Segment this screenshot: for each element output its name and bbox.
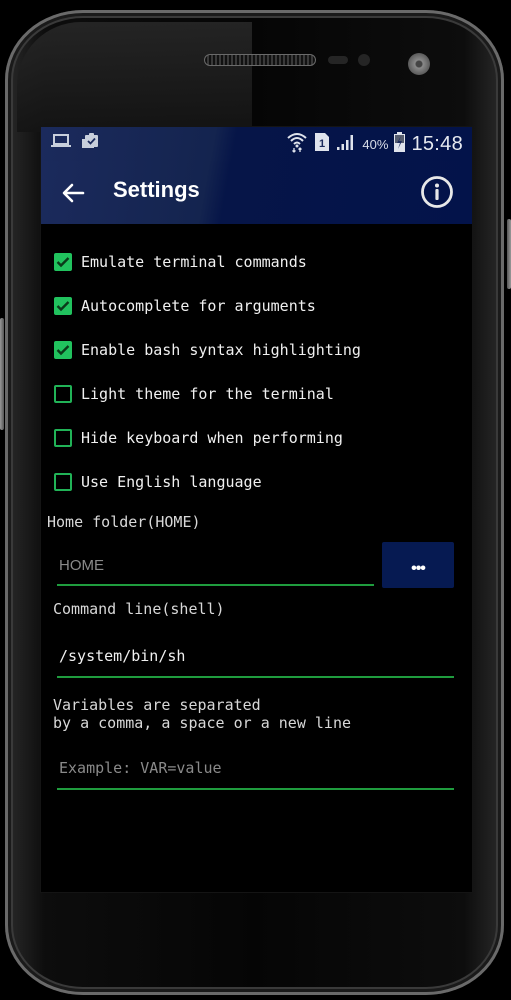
sim-1-icon: 1 <box>314 132 330 157</box>
screen: 1 40% 15:48 Settings Emulate terminal co… <box>40 126 473 893</box>
info-button[interactable] <box>420 175 454 209</box>
battery-charging-icon <box>394 132 406 157</box>
volume-button[interactable] <box>0 318 4 430</box>
checkbox-autocomplete[interactable]: Autocomplete for arguments <box>54 292 316 320</box>
app-bar: Settings <box>41 161 472 224</box>
checkbox-label: Hide keyboard when performing <box>81 429 343 447</box>
checkbox-label: Use English language <box>81 473 262 491</box>
checkbox-checked[interactable] <box>54 297 72 315</box>
signal-icon <box>336 133 356 156</box>
proximity-sensor <box>328 56 348 64</box>
checkbox-unchecked[interactable] <box>54 385 72 403</box>
page-title: Settings <box>113 177 200 202</box>
variables-input[interactable] <box>57 748 454 790</box>
browse-home-folder-button[interactable]: ••• <box>382 542 454 588</box>
status-bar: 1 40% 15:48 <box>41 127 472 161</box>
variables-hint: Variables are separated by a comma, a sp… <box>53 696 352 732</box>
checkbox-label: Autocomplete for arguments <box>81 297 316 315</box>
checkbox-bash-highlighting[interactable]: Enable bash syntax highlighting <box>54 336 361 364</box>
checkbox-label: Enable bash syntax highlighting <box>81 341 361 359</box>
checkbox-english-language[interactable]: Use English language <box>54 468 262 496</box>
battery-percent: 40% <box>362 137 389 152</box>
home-folder-label: Home folder(HOME) <box>47 513 201 531</box>
phone-glass-reflection <box>17 22 252 132</box>
checkbox-light-theme[interactable]: Light theme for the terminal <box>54 380 334 408</box>
home-folder-input[interactable] <box>57 546 374 586</box>
arrow-left-icon <box>59 183 87 211</box>
info-circle-icon <box>420 176 454 213</box>
checkbox-label: Emulate terminal commands <box>81 253 307 271</box>
checkbox-unchecked[interactable] <box>54 429 72 447</box>
front-camera <box>408 53 430 75</box>
wifi-icon <box>286 131 308 158</box>
shell-input[interactable] <box>57 636 454 678</box>
checkbox-unchecked[interactable] <box>54 473 72 491</box>
earpiece-speaker <box>204 54 316 66</box>
checkbox-hide-keyboard[interactable]: Hide keyboard when performing <box>54 424 343 452</box>
checkbox-checked[interactable] <box>54 253 72 271</box>
light-sensor <box>358 54 370 66</box>
laptop-icon <box>51 133 71 154</box>
checkbox-checked[interactable] <box>54 341 72 359</box>
power-button[interactable] <box>507 219 511 289</box>
checkbox-label: Light theme for the terminal <box>81 385 334 403</box>
shell-label: Command line(shell) <box>53 600 225 618</box>
clipboard-check-icon <box>81 133 99 154</box>
checkbox-emulate-terminal[interactable]: Emulate terminal commands <box>54 248 307 276</box>
back-button[interactable] <box>59 179 87 207</box>
clock: 15:48 <box>411 133 463 155</box>
svg-text:1: 1 <box>319 138 325 150</box>
